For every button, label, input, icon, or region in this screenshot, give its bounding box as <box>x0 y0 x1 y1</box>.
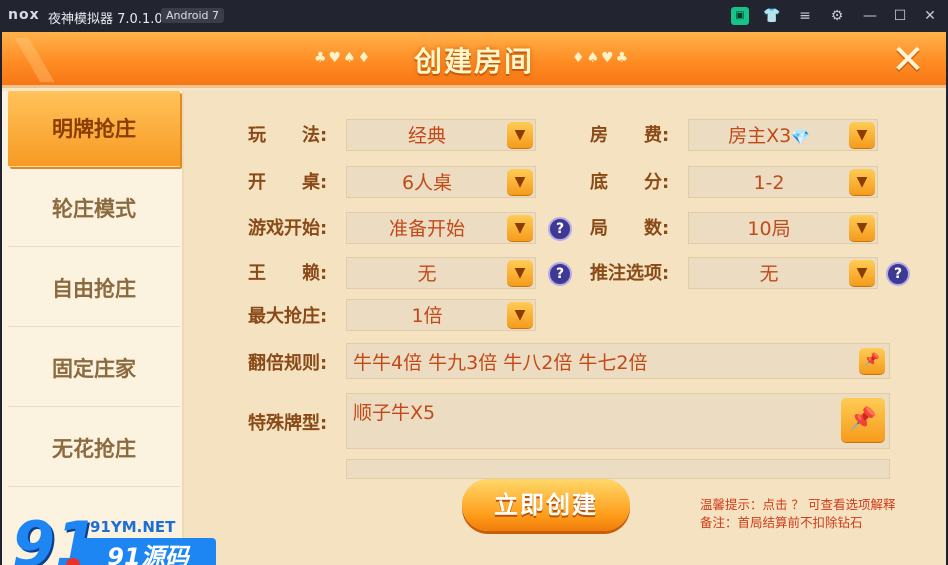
tab-wuhua-qiangzhuang[interactable]: 无花抢庄 <box>8 411 180 487</box>
dialog-title: 创建房间 <box>413 45 534 78</box>
close-dialog-button[interactable]: ✕ <box>880 36 936 84</box>
create-room-button[interactable]: 立即创建 <box>462 479 630 531</box>
suits-decoration-right: ♦♠♥♣ <box>572 50 631 66</box>
maxbank-value: 1倍 <box>411 305 443 327</box>
fee-label: 房 费: <box>590 125 670 146</box>
start-label: 游戏开始: <box>248 218 328 239</box>
fee-value: 房主X3💎 <box>728 125 810 147</box>
start-select[interactable]: 准备开始 ▼ <box>346 212 536 244</box>
fee-select[interactable]: 房主X3💎 ▼ <box>688 119 878 151</box>
maximize-icon[interactable]: ☐ <box>891 7 909 25</box>
watermark-logo: 91 91YM.NET 91源码 <box>12 510 216 565</box>
pin-icon[interactable]: 📌 <box>859 348 885 374</box>
wild-label: 王 赖: <box>248 263 328 284</box>
bet-value: 无 <box>759 263 779 285</box>
rounds-value: 10局 <box>747 218 791 240</box>
special-field[interactable]: 顺子牛X5 📌 <box>346 393 890 449</box>
help-start-icon[interactable]: ? <box>548 217 572 241</box>
rounds-label: 局 数: <box>590 218 670 239</box>
tip-note: 备注：首局结算前不扣除钻石 <box>700 515 863 530</box>
game-screen: ♣♥♠♦ 创建房间 ♦♠♥♣ ✕ 明牌抢庄 轮庄模式 自由抢庄 固定庄家 无花抢… <box>2 32 946 565</box>
android-version-badge: Android 7 <box>161 8 225 23</box>
tab-guding-zhuangjia[interactable]: 固定庄家 <box>8 331 180 407</box>
bet-select[interactable]: 无 ▼ <box>688 257 878 289</box>
play-value: 经典 <box>407 125 446 147</box>
seats-select[interactable]: 6人桌 ▼ <box>346 166 536 198</box>
help-bet-icon[interactable]: ? <box>886 262 910 286</box>
menu-icon[interactable]: ≡ <box>796 7 814 25</box>
hidden-option-field[interactable] <box>346 459 890 479</box>
pin-icon[interactable]: 📌 <box>841 398 885 442</box>
emulator-titlebar: nox 夜神模拟器 7.0.1.0 Android 7 ▣ 👕 ≡ ⚙ — ☐ … <box>0 0 948 32</box>
chevron-down-icon[interactable]: ▼ <box>849 122 875 148</box>
play-select[interactable]: 经典 ▼ <box>346 119 536 151</box>
minimize-icon[interactable]: — <box>861 7 879 25</box>
wild-value: 无 <box>417 263 437 285</box>
theme-shirt-icon[interactable]: 👕 <box>763 7 781 25</box>
chevron-down-icon[interactable]: ▼ <box>507 260 533 286</box>
multiplier-label: 翻倍规则: <box>248 353 328 374</box>
base-select[interactable]: 1-2 ▼ <box>688 166 878 198</box>
watermark-url: 91YM.NET <box>90 518 176 536</box>
start-value: 准备开始 <box>388 218 465 240</box>
chevron-down-icon[interactable]: ▼ <box>507 169 533 195</box>
app-store-icon[interactable]: ▣ <box>731 7 749 25</box>
play-label: 玩 法: <box>248 125 328 146</box>
chevron-down-icon[interactable]: ▼ <box>849 215 875 241</box>
rounds-select[interactable]: 10局 ▼ <box>688 212 878 244</box>
chevron-down-icon[interactable]: ▼ <box>507 302 533 328</box>
nox-logo: nox <box>8 7 40 23</box>
help-wild-icon[interactable]: ? <box>548 262 572 286</box>
bet-label: 推注选项: <box>590 263 670 284</box>
seats-value: 6人桌 <box>401 172 453 194</box>
mode-sidebar: 明牌抢庄 轮庄模式 自由抢庄 固定庄家 无花抢庄 <box>2 91 184 565</box>
special-value: 顺子牛X5 <box>353 402 436 424</box>
dialog-header: ♣♥♠♦ 创建房间 ♦♠♥♣ ✕ <box>2 32 946 88</box>
maxbank-label: 最大抢庄: <box>248 306 328 327</box>
chevron-down-icon[interactable]: ▼ <box>849 169 875 195</box>
wild-select[interactable]: 无 ▼ <box>346 257 536 289</box>
tab-lunzhuang[interactable]: 轮庄模式 <box>8 171 180 247</box>
base-value: 1-2 <box>753 172 785 194</box>
window-title: 夜神模拟器 7.0.1.0 <box>48 12 163 27</box>
watermark-dot <box>66 558 80 565</box>
tip-help: 温馨提示：点击 ？ 可查看选项解释 <box>700 497 896 512</box>
special-label: 特殊牌型: <box>248 413 328 434</box>
base-label: 底 分: <box>590 172 670 193</box>
multiplier-field[interactable]: 牛牛4倍 牛九3倍 牛八2倍 牛七2倍 📌 <box>346 343 890 379</box>
chevron-down-icon[interactable]: ▼ <box>507 122 533 148</box>
gear-icon[interactable]: ⚙ <box>828 7 846 25</box>
seats-label: 开 桌: <box>248 172 328 193</box>
close-window-icon[interactable]: ✕ <box>921 7 939 25</box>
watermark-brand: 91源码 <box>80 538 216 565</box>
tab-mingpai-qiangzhuang[interactable]: 明牌抢庄 <box>8 91 180 167</box>
tab-ziyou-qiangzhuang[interactable]: 自由抢庄 <box>8 251 180 327</box>
multiplier-value: 牛牛4倍 牛九3倍 牛八2倍 牛七2倍 <box>353 352 648 374</box>
diamond-icon: 💎 <box>791 128 810 146</box>
maxbank-select[interactable]: 1倍 ▼ <box>346 299 536 331</box>
chevron-down-icon[interactable]: ▼ <box>849 260 875 286</box>
chevron-down-icon[interactable]: ▼ <box>507 215 533 241</box>
